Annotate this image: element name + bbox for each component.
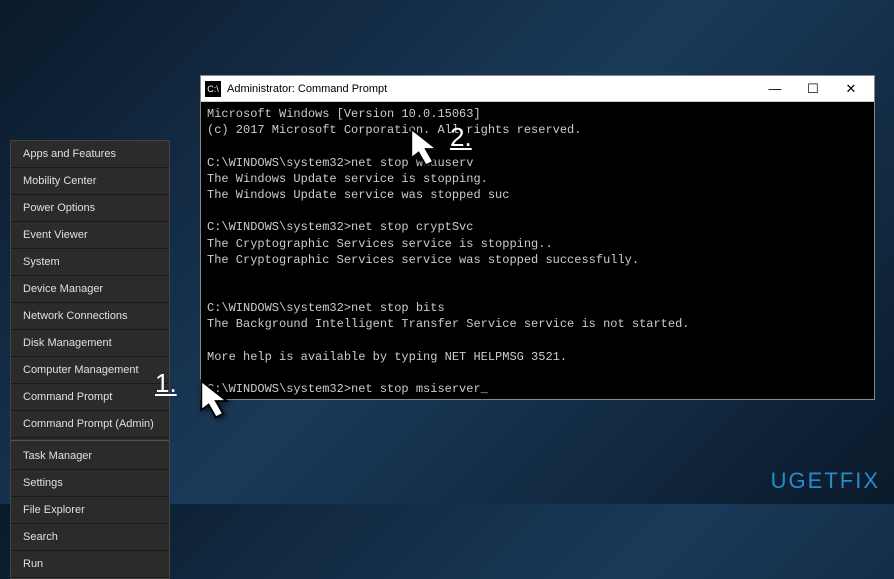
cmd-icon: C:\	[205, 81, 221, 97]
menu-item-run[interactable]: Run	[11, 551, 169, 578]
output-line: The Cryptographic Services service was s…	[207, 253, 639, 267]
menu-item-task-manager[interactable]: Task Manager	[11, 443, 169, 470]
output-line: The Background Intelligent Transfer Serv…	[207, 317, 689, 331]
menu-item-device-manager[interactable]: Device Manager	[11, 276, 169, 303]
output-line: Microsoft Windows [Version 10.0.15063]	[207, 107, 481, 121]
annotation-step-2: 2.	[450, 122, 472, 153]
menu-item-file-explorer[interactable]: File Explorer	[11, 497, 169, 524]
menu-item-command-prompt[interactable]: Command Prompt	[11, 384, 169, 411]
menu-item-command-prompt-admin[interactable]: Command Prompt (Admin)	[11, 411, 169, 438]
menu-item-apps-features[interactable]: Apps and Features	[11, 141, 169, 168]
output-line: C:\WINDOWS\system32>net stop bits	[207, 301, 445, 315]
terminal-output[interactable]: Microsoft Windows [Version 10.0.15063] (…	[201, 102, 874, 399]
menu-item-computer-management[interactable]: Computer Management	[11, 357, 169, 384]
winx-context-menu: Apps and Features Mobility Center Power …	[10, 140, 170, 579]
menu-item-mobility-center[interactable]: Mobility Center	[11, 168, 169, 195]
menu-item-search[interactable]: Search	[11, 524, 169, 551]
menu-item-disk-management[interactable]: Disk Management	[11, 330, 169, 357]
output-line: The Windows Update service was stopped s…	[207, 188, 509, 202]
menu-item-settings[interactable]: Settings	[11, 470, 169, 497]
title-bar[interactable]: C:\ Administrator: Command Prompt — ☐ ✕	[201, 76, 874, 102]
output-line: The Cryptographic Services service is st…	[207, 237, 553, 251]
menu-item-network-connections[interactable]: Network Connections	[11, 303, 169, 330]
menu-item-system[interactable]: System	[11, 249, 169, 276]
pointer-cursor-icon	[185, 372, 243, 435]
close-button[interactable]: ✕	[832, 77, 870, 101]
menu-divider	[11, 440, 169, 441]
minimize-button[interactable]: —	[756, 77, 794, 101]
menu-item-power-options[interactable]: Power Options	[11, 195, 169, 222]
annotation-step-1: 1.	[155, 368, 177, 399]
menu-item-event-viewer[interactable]: Event Viewer	[11, 222, 169, 249]
pointer-cursor-icon	[395, 120, 453, 183]
current-prompt-line: C:\WINDOWS\system32>net stop msiserver	[207, 382, 488, 396]
output-line: C:\WINDOWS\system32>net stop cryptSvc	[207, 220, 473, 234]
command-prompt-window: C:\ Administrator: Command Prompt — ☐ ✕ …	[200, 75, 875, 400]
output-line: More help is available by typing NET HEL…	[207, 350, 567, 364]
maximize-button[interactable]: ☐	[794, 77, 832, 101]
watermark-logo: UGETFIX	[771, 468, 880, 494]
window-title: Administrator: Command Prompt	[227, 83, 756, 95]
